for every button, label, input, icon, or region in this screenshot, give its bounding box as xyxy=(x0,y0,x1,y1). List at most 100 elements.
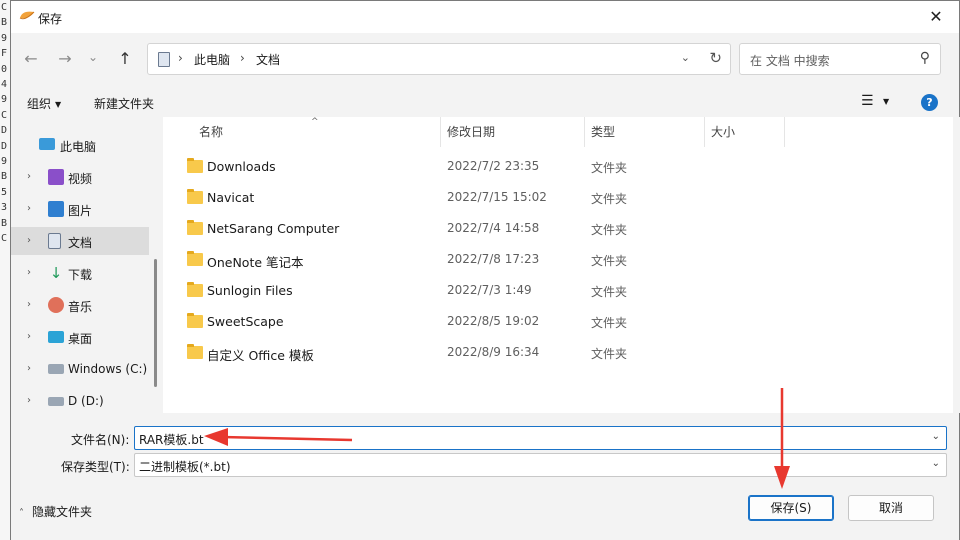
tree-item-desktop[interactable]: › 桌面 xyxy=(11,323,149,351)
tree-item-label: 桌面 xyxy=(68,332,93,346)
file-row[interactable]: SweetScape 2022/8/5 19:02 文件夹 xyxy=(163,306,953,337)
breadcrumb-documents[interactable]: 文档 xyxy=(256,51,280,68)
hide-folders-toggle[interactable]: ˄ 隐藏文件夹 xyxy=(19,503,92,520)
filetype-select[interactable]: 二进制模板(*.bt) ⌄ xyxy=(134,453,947,477)
chevron-right-icon[interactable]: › xyxy=(27,203,31,214)
new-folder-button[interactable]: 新建文件夹 xyxy=(94,95,154,112)
tree-item-pictures[interactable]: › 图片 xyxy=(11,195,149,223)
chevron-right-icon[interactable]: › xyxy=(27,171,31,182)
file-row[interactable]: 自定义 Office 模板 2022/8/9 16:34 文件夹 xyxy=(163,337,953,368)
tree-item-drive-d[interactable]: › D (D:) xyxy=(11,387,149,415)
chevron-right-icon[interactable]: › xyxy=(27,299,31,310)
refresh-icon[interactable]: ↻ xyxy=(709,49,722,67)
file-type: 文件夹 xyxy=(591,316,628,330)
file-row[interactable]: NetSarang Computer 2022/7/4 14:58 文件夹 xyxy=(163,213,953,244)
background-code-strip: CB9F049CDD9B53BC xyxy=(0,0,10,540)
filename-input[interactable]: RAR模板.bt xyxy=(139,431,204,448)
background-code-char: 9 xyxy=(1,156,8,168)
chevron-right-icon[interactable]: › xyxy=(27,363,31,374)
tree-item-documents[interactable]: › 文档 xyxy=(11,227,149,255)
file-modified: 2022/7/2 23:35 xyxy=(447,159,540,173)
column-divider[interactable] xyxy=(584,117,585,147)
up-arrow-icon[interactable]: ↑ xyxy=(113,47,137,71)
column-header-type[interactable]: 类型 xyxy=(591,123,615,147)
hide-folders-label: 隐藏文件夹 xyxy=(32,505,93,519)
tree-item-videos[interactable]: › 视频 xyxy=(11,163,149,191)
background-code-char: F xyxy=(1,48,8,60)
file-modified: 2022/7/4 14:58 xyxy=(447,221,540,235)
tree-item-label: 视频 xyxy=(68,172,93,186)
background-code-char: D xyxy=(1,125,8,137)
search-icon[interactable]: ⚲ xyxy=(920,50,930,66)
filename-field[interactable]: RAR模板.bt ⌄ xyxy=(134,426,947,450)
column-divider[interactable] xyxy=(440,117,441,147)
tree-item-label: 文档 xyxy=(68,236,93,250)
file-modified: 2022/7/8 17:23 xyxy=(447,252,540,266)
file-modified: 2022/7/3 1:49 xyxy=(447,283,532,297)
back-arrow-icon[interactable]: ← xyxy=(19,47,43,71)
search-box[interactable]: 在 文档 中搜索 ⚲ xyxy=(739,43,941,75)
search-input[interactable]: 在 文档 中搜索 xyxy=(750,52,830,69)
file-type: 文件夹 xyxy=(591,192,628,206)
tree-item-music[interactable]: › 音乐 xyxy=(11,291,149,319)
view-options-icon[interactable]: ☰ xyxy=(861,93,874,109)
file-name: Navicat xyxy=(207,190,255,205)
background-code-char: B xyxy=(1,171,8,183)
column-header-size[interactable]: 大小 xyxy=(711,123,735,147)
breadcrumb-separator: › xyxy=(240,51,245,65)
column-divider[interactable] xyxy=(704,117,705,147)
navigation-scrollbar[interactable] xyxy=(154,259,157,387)
background-code-char: C xyxy=(1,233,8,245)
background-code-char: 9 xyxy=(1,94,8,106)
command-bar: 组织 ▼ 新建文件夹 ☰ ▼ ? xyxy=(11,87,959,117)
help-icon[interactable]: ? xyxy=(921,94,938,111)
file-modified: 2022/7/15 15:02 xyxy=(447,190,547,204)
navigation-pane: 此电脑 › 视频 › 图片 › 文档 › ↓ 下载 › 音乐 › 桌面 › Wi… xyxy=(11,117,163,413)
file-type: 文件夹 xyxy=(591,285,628,299)
breadcrumb-this-pc[interactable]: 此电脑 xyxy=(194,51,230,68)
background-code-char: B xyxy=(1,217,8,229)
file-name: NetSarang Computer xyxy=(207,221,340,236)
folder-icon xyxy=(187,344,203,359)
file-list-scrollbar[interactable] xyxy=(953,117,960,413)
forward-arrow-icon[interactable]: → xyxy=(53,47,77,71)
address-bar[interactable]: › 此电脑 › 文档 ⌄ ↻ xyxy=(147,43,731,75)
chevron-right-icon[interactable]: › xyxy=(27,395,31,406)
file-row[interactable]: Navicat 2022/7/15 15:02 文件夹 xyxy=(163,182,953,213)
recent-locations-icon[interactable]: ⌄ xyxy=(85,45,101,69)
column-header-modified[interactable]: 修改日期 xyxy=(447,123,495,147)
folder-icon xyxy=(187,158,203,173)
organize-button[interactable]: 组织 ▼ xyxy=(27,95,61,112)
background-code-char: 3 xyxy=(1,202,8,214)
video-icon xyxy=(48,169,64,185)
close-icon[interactable]: ✕ xyxy=(913,1,959,33)
file-row[interactable]: OneNote 笔记本 2022/7/8 17:23 文件夹 xyxy=(163,244,953,275)
file-name: OneNote 笔记本 xyxy=(207,255,304,270)
cancel-button[interactable]: 取消 xyxy=(848,495,934,521)
pictures-icon xyxy=(48,201,64,217)
chevron-down-icon[interactable]: ⌄ xyxy=(681,51,690,64)
caret-down-icon[interactable]: ▼ xyxy=(883,97,889,106)
folder-icon xyxy=(187,220,203,235)
column-header-name[interactable]: 名称 xyxy=(199,123,223,147)
chevron-down-icon[interactable]: ⌄ xyxy=(932,431,940,442)
tree-item-downloads[interactable]: › ↓ 下载 xyxy=(11,259,149,287)
organize-label: 组织 xyxy=(27,97,52,111)
background-code-char: 0 xyxy=(1,63,8,75)
chevron-right-icon[interactable]: › xyxy=(27,235,31,246)
save-dialog: 保存 ✕ ← → ⌄ ↑ › 此电脑 › 文档 ⌄ ↻ 在 文档 中搜索 ⚲ 组… xyxy=(10,0,960,540)
background-code-char: 5 xyxy=(1,186,8,198)
save-button[interactable]: 保存(S) xyxy=(748,495,834,521)
tree-item-this-pc[interactable]: 此电脑 xyxy=(11,131,149,159)
file-name: SweetScape xyxy=(207,314,284,329)
chevron-right-icon[interactable]: › xyxy=(27,267,31,278)
chevron-down-icon[interactable]: ⌄ xyxy=(932,458,940,469)
chevron-right-icon[interactable]: › xyxy=(27,331,31,342)
background-code-char: C xyxy=(1,109,8,121)
file-row[interactable]: Sunlogin Files 2022/7/3 1:49 文件夹 xyxy=(163,275,953,306)
tree-item-drive-c[interactable]: › Windows (C:) xyxy=(11,355,149,383)
file-row[interactable]: Downloads 2022/7/2 23:35 文件夹 xyxy=(163,151,953,182)
file-name: Downloads xyxy=(207,159,276,174)
column-divider[interactable] xyxy=(784,117,785,147)
file-type: 文件夹 xyxy=(591,347,628,361)
